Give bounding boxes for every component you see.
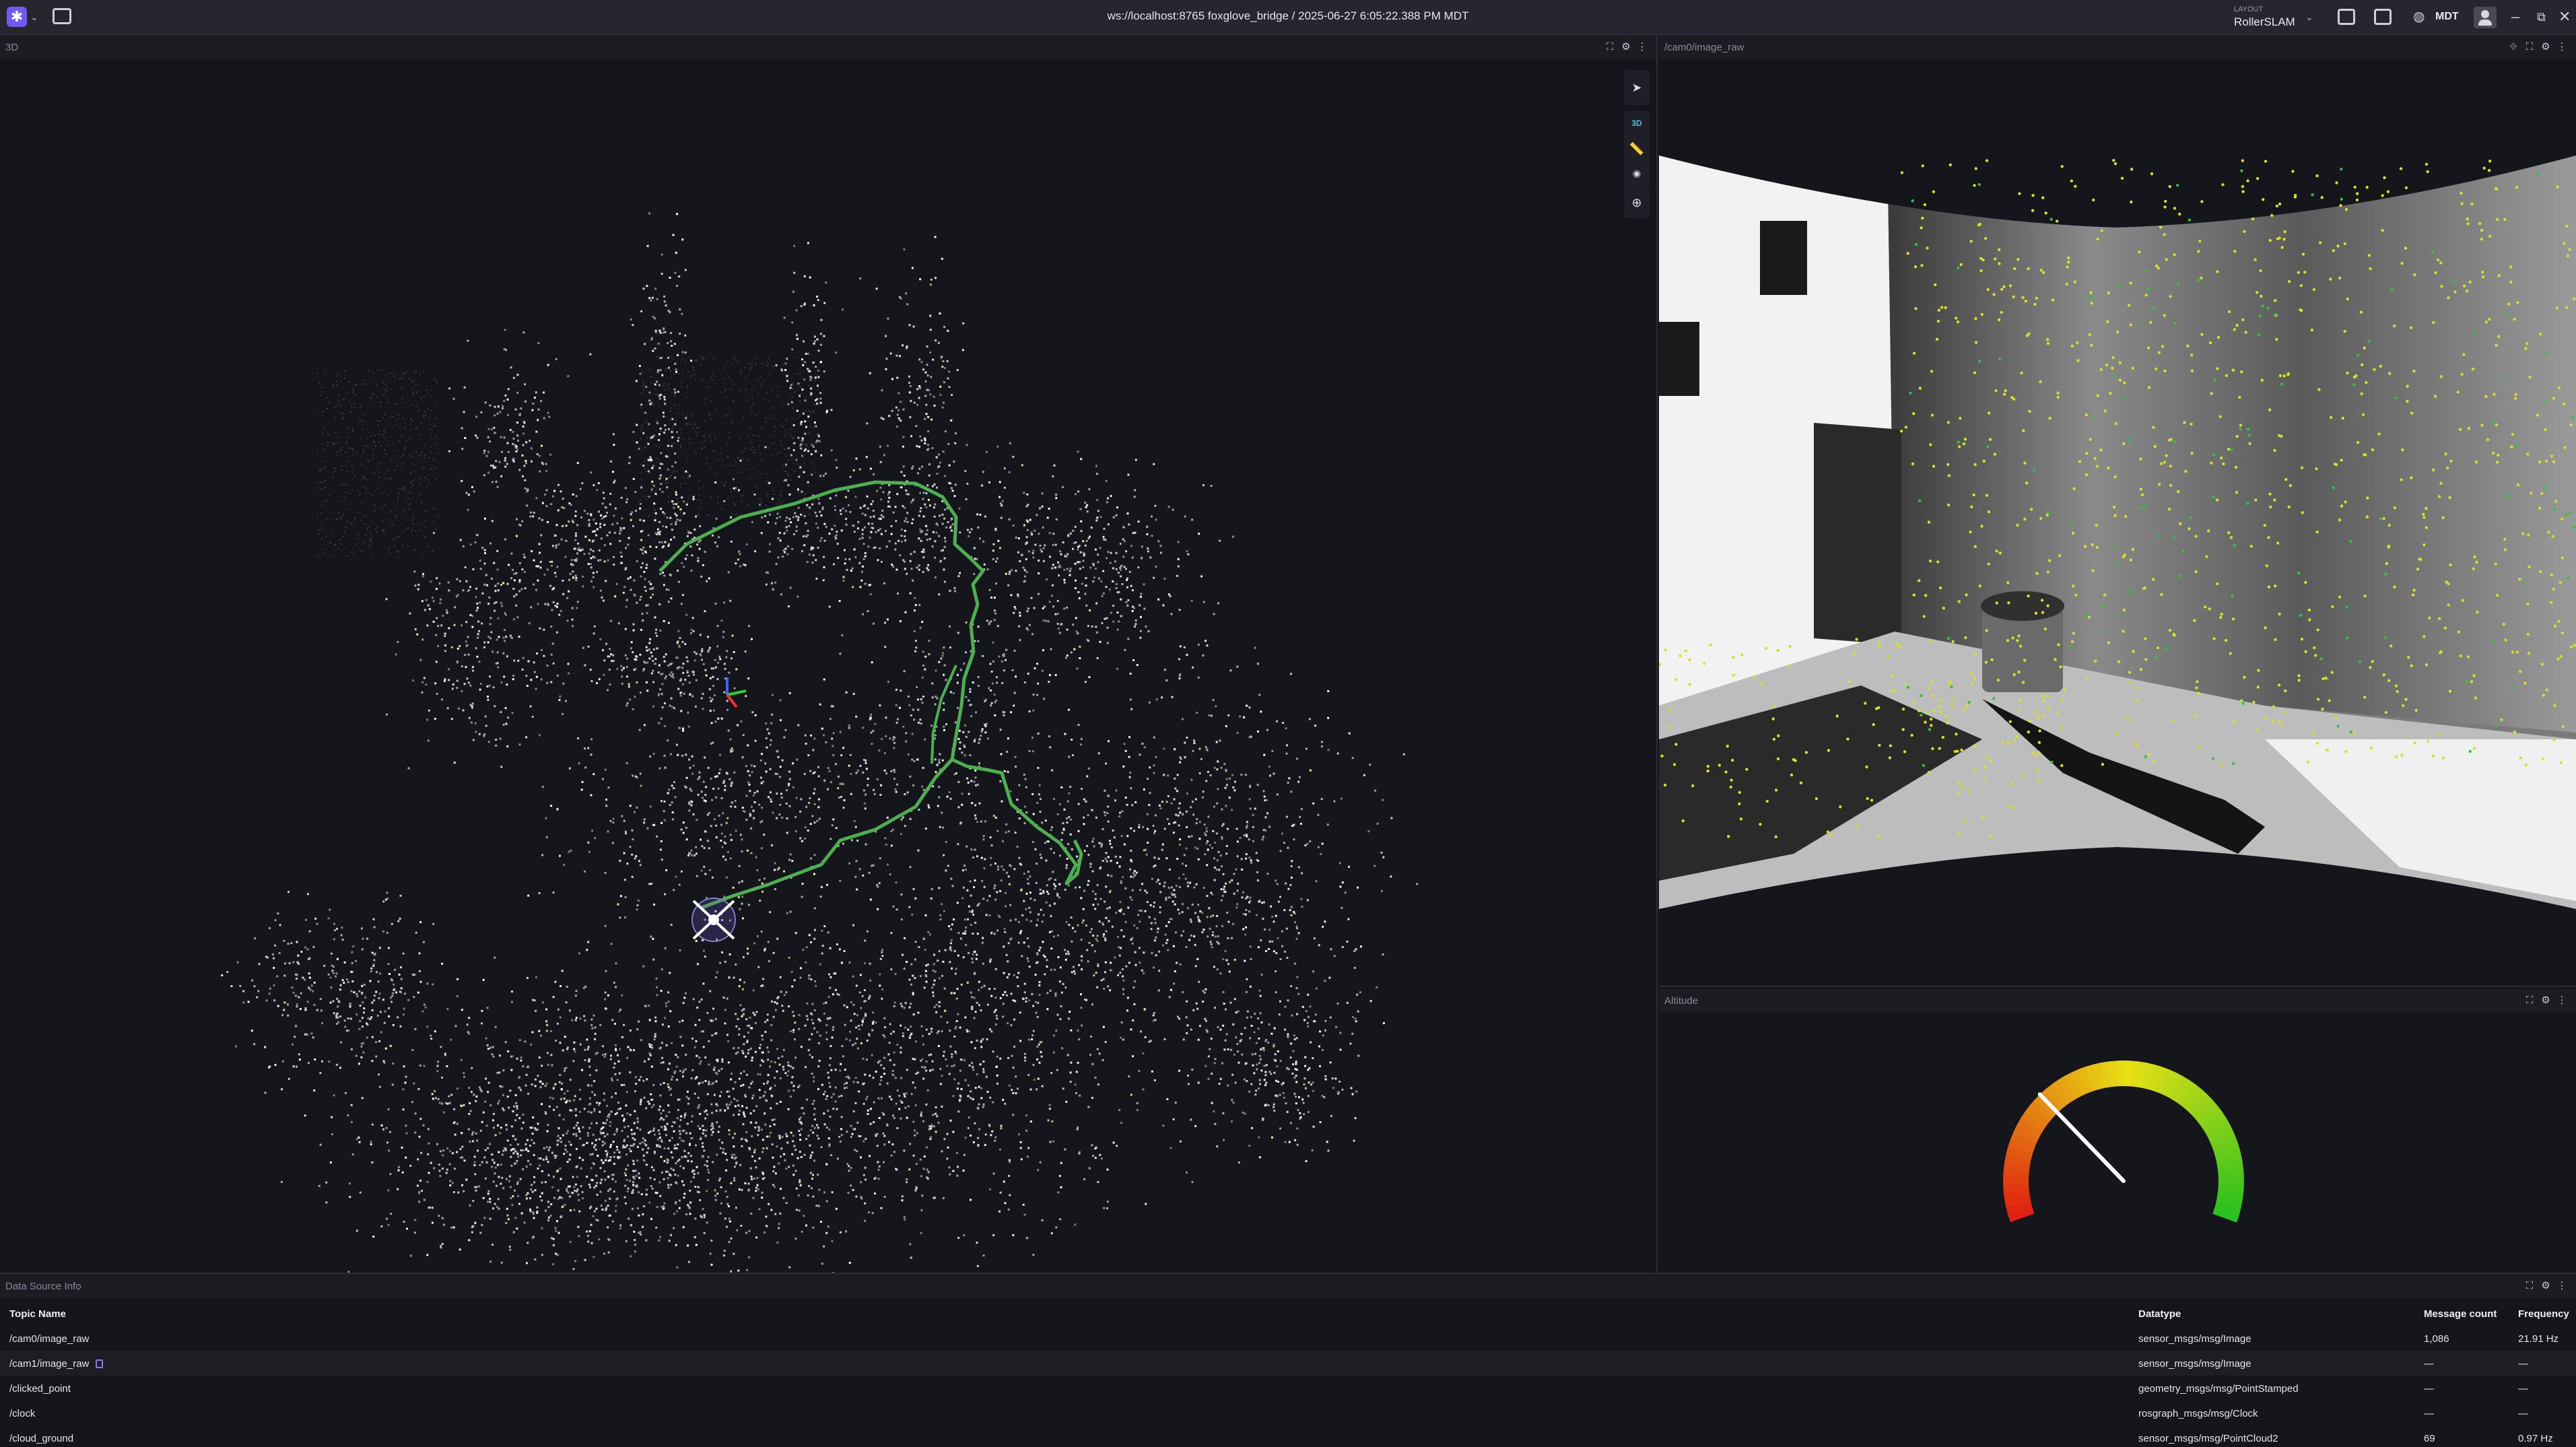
settings-gear-icon[interactable]: ⚙ [2540, 995, 2552, 1007]
settings-gear-icon[interactable]: ⚙ [2540, 41, 2552, 53]
select-pointer-icon[interactable]: ➤ [1624, 75, 1650, 100]
table-row: /cam0/image_raw sensor_msgs/msg/Image 1,… [0, 1326, 2576, 1351]
gauge-panel-title: Altitude [1664, 995, 1699, 1007]
layout-selector[interactable]: LAYOUT RollerSLAM [2234, 5, 2315, 31]
gauge-needle [2037, 1092, 2126, 1183]
restore-window-icon[interactable]: ⧉ [2537, 7, 2546, 27]
topic-name: /cloud_ground [9, 1433, 74, 1444]
user-avatar-icon[interactable] [2474, 7, 2497, 28]
table-row: /cam1/image_raw sensor_msgs/msg/Image — … [0, 1351, 2576, 1376]
dsi-panel-header: Data Source Info ⛶ ⚙ ⋮ [0, 1274, 2576, 1298]
follow-target-icon[interactable]: ⊕ [1624, 190, 1650, 215]
robot-trajectory [658, 480, 985, 910]
message-count: 1,086 [2424, 1333, 2449, 1345]
image-panel-header: /cam0/image_raw ✥ ⛶ ⚙ ⋮ [1659, 35, 2576, 59]
header-topic-name[interactable]: Topic Name [9, 1308, 66, 1320]
table-row: /cloud_ground sensor_msgs/msg/PointCloud… [0, 1425, 2576, 1447]
robot-marker [691, 898, 736, 942]
table-row: /clicked_point geometry_msgs/msg/PointSt… [0, 1376, 2576, 1401]
image-panel[interactable]: /cam0/image_raw ✥ ⛶ ⚙ ⋮ [1659, 35, 2576, 987]
topic-datatype: geometry_msgs/msg/PointStamped [2138, 1383, 2299, 1394]
image-move-icon[interactable]: ✥ [2507, 41, 2519, 53]
left-sidebar-toggle-icon[interactable] [2338, 9, 2355, 25]
layout-caption: LAYOUT [2234, 5, 2264, 13]
timezone-globe-icon[interactable]: ◍ [2413, 7, 2425, 27]
timezone-label[interactable]: MDT [2435, 11, 2459, 23]
measure-ruler-icon[interactable]: 📏 [1624, 136, 1650, 162]
robot-trajectory-branch [951, 758, 1083, 885]
frequency: — [2518, 1408, 2528, 1419]
frequency: 0.97 Hz [2518, 1433, 2553, 1444]
more-options-icon[interactable]: ⋮ [2556, 1280, 2568, 1292]
topic-datatype: sensor_msgs/msg/Image [2138, 1358, 2251, 1370]
topic-datatype: rosgraph_msgs/msg/Clock [2138, 1408, 2258, 1419]
altitude-gauge [2003, 1061, 2244, 1223]
three-d-panel[interactable]: 3D ⛶ ⚙ ⋮ ➤ 3D 📏 ◉ ⊕ [0, 35, 1658, 1273]
header-datatype[interactable]: Datatype [2138, 1308, 2181, 1320]
follow-toolbar: ⊕ [1624, 187, 1650, 218]
minimize-window-icon[interactable]: – [2511, 7, 2519, 27]
publish-point-icon[interactable]: ◉ [1624, 160, 1650, 186]
topic-name: /cam0/image_raw [9, 1333, 90, 1345]
three-d-panel-title: 3D [5, 42, 19, 53]
app-bar: ✱ ⌄ ws://localhost:8765 foxglove_bridge … [0, 0, 2576, 35]
image-panel-title: /cam0/image_raw [1664, 42, 1744, 53]
gauge-panel-header: Altitude ⛶ ⚙ ⋮ [1659, 988, 2576, 1013]
more-options-icon[interactable]: ⋮ [2556, 41, 2568, 53]
frequency: — [2518, 1358, 2528, 1370]
copy-icon[interactable] [96, 1359, 104, 1368]
frequency: 21.91 Hz [2518, 1333, 2559, 1345]
topic-name-cell: /cam1/image_raw [9, 1358, 104, 1370]
topic-datatype: sensor_msgs/msg/PointCloud2 [2138, 1433, 2278, 1444]
altitude-gauge-panel[interactable]: Altitude ⛶ ⚙ ⋮ [1659, 988, 2576, 1273]
fullscreen-icon[interactable]: ⛶ [2523, 995, 2536, 1007]
frequency: — [2518, 1383, 2528, 1394]
connection-title: ws://localhost:8765 foxglove_bridge / 20… [1107, 9, 1469, 22]
interaction-toolbar: ➤ [1624, 70, 1650, 105]
fullscreen-icon[interactable]: ⛶ [1604, 41, 1616, 53]
fullscreen-icon[interactable]: ⛶ [2523, 41, 2536, 53]
layout-name: RollerSLAM [2234, 15, 2295, 28]
table-row: /clock rosgraph_msgs/msg/Clock — — [0, 1401, 2576, 1425]
layout-chevron-down-icon[interactable]: ⌄ [2305, 10, 2313, 24]
message-count: 69 [2424, 1433, 2435, 1444]
message-count: — [2424, 1358, 2434, 1370]
right-sidebar-toggle-icon[interactable] [2374, 9, 2392, 25]
dsi-panel-title: Data Source Info [5, 1281, 81, 1292]
message-count: — [2424, 1383, 2434, 1394]
view-mode-toggle[interactable]: 3D [1624, 110, 1650, 136]
topic-name: /clock [9, 1408, 36, 1419]
fullscreen-icon[interactable]: ⛶ [2523, 1280, 2536, 1292]
topic-name: /clicked_point [9, 1383, 71, 1394]
more-options-icon[interactable]: ⋮ [2556, 995, 2568, 1007]
message-count: — [2424, 1408, 2434, 1419]
settings-gear-icon[interactable]: ⚙ [2540, 1280, 2552, 1292]
more-options-icon[interactable]: ⋮ [1636, 41, 1648, 53]
three-d-panel-header: 3D ⛶ ⚙ ⋮ [0, 35, 1656, 59]
point-cloud-scene[interactable] [0, 59, 1656, 1273]
camera-image[interactable] [1659, 59, 2576, 987]
topic-datatype: sensor_msgs/msg/Image [2138, 1333, 2251, 1345]
table-header-row: Topic Name Datatype Message count Freque… [0, 1301, 2576, 1326]
origin-axes [726, 677, 747, 708]
topic-name: /cam1/image_raw [9, 1358, 90, 1370]
view-toolbar: 3D 📏 ◉ [1624, 110, 1650, 187]
close-window-icon[interactable]: ✕ [2558, 7, 2571, 27]
settings-gear-icon[interactable]: ⚙ [1620, 41, 1632, 53]
data-source-info-panel[interactable]: Data Source Info ⛶ ⚙ ⋮ Topic Name Dataty… [0, 1273, 2576, 1447]
header-message-count[interactable]: Message count [2424, 1308, 2497, 1320]
header-frequency[interactable]: Frequency [2518, 1308, 2569, 1320]
